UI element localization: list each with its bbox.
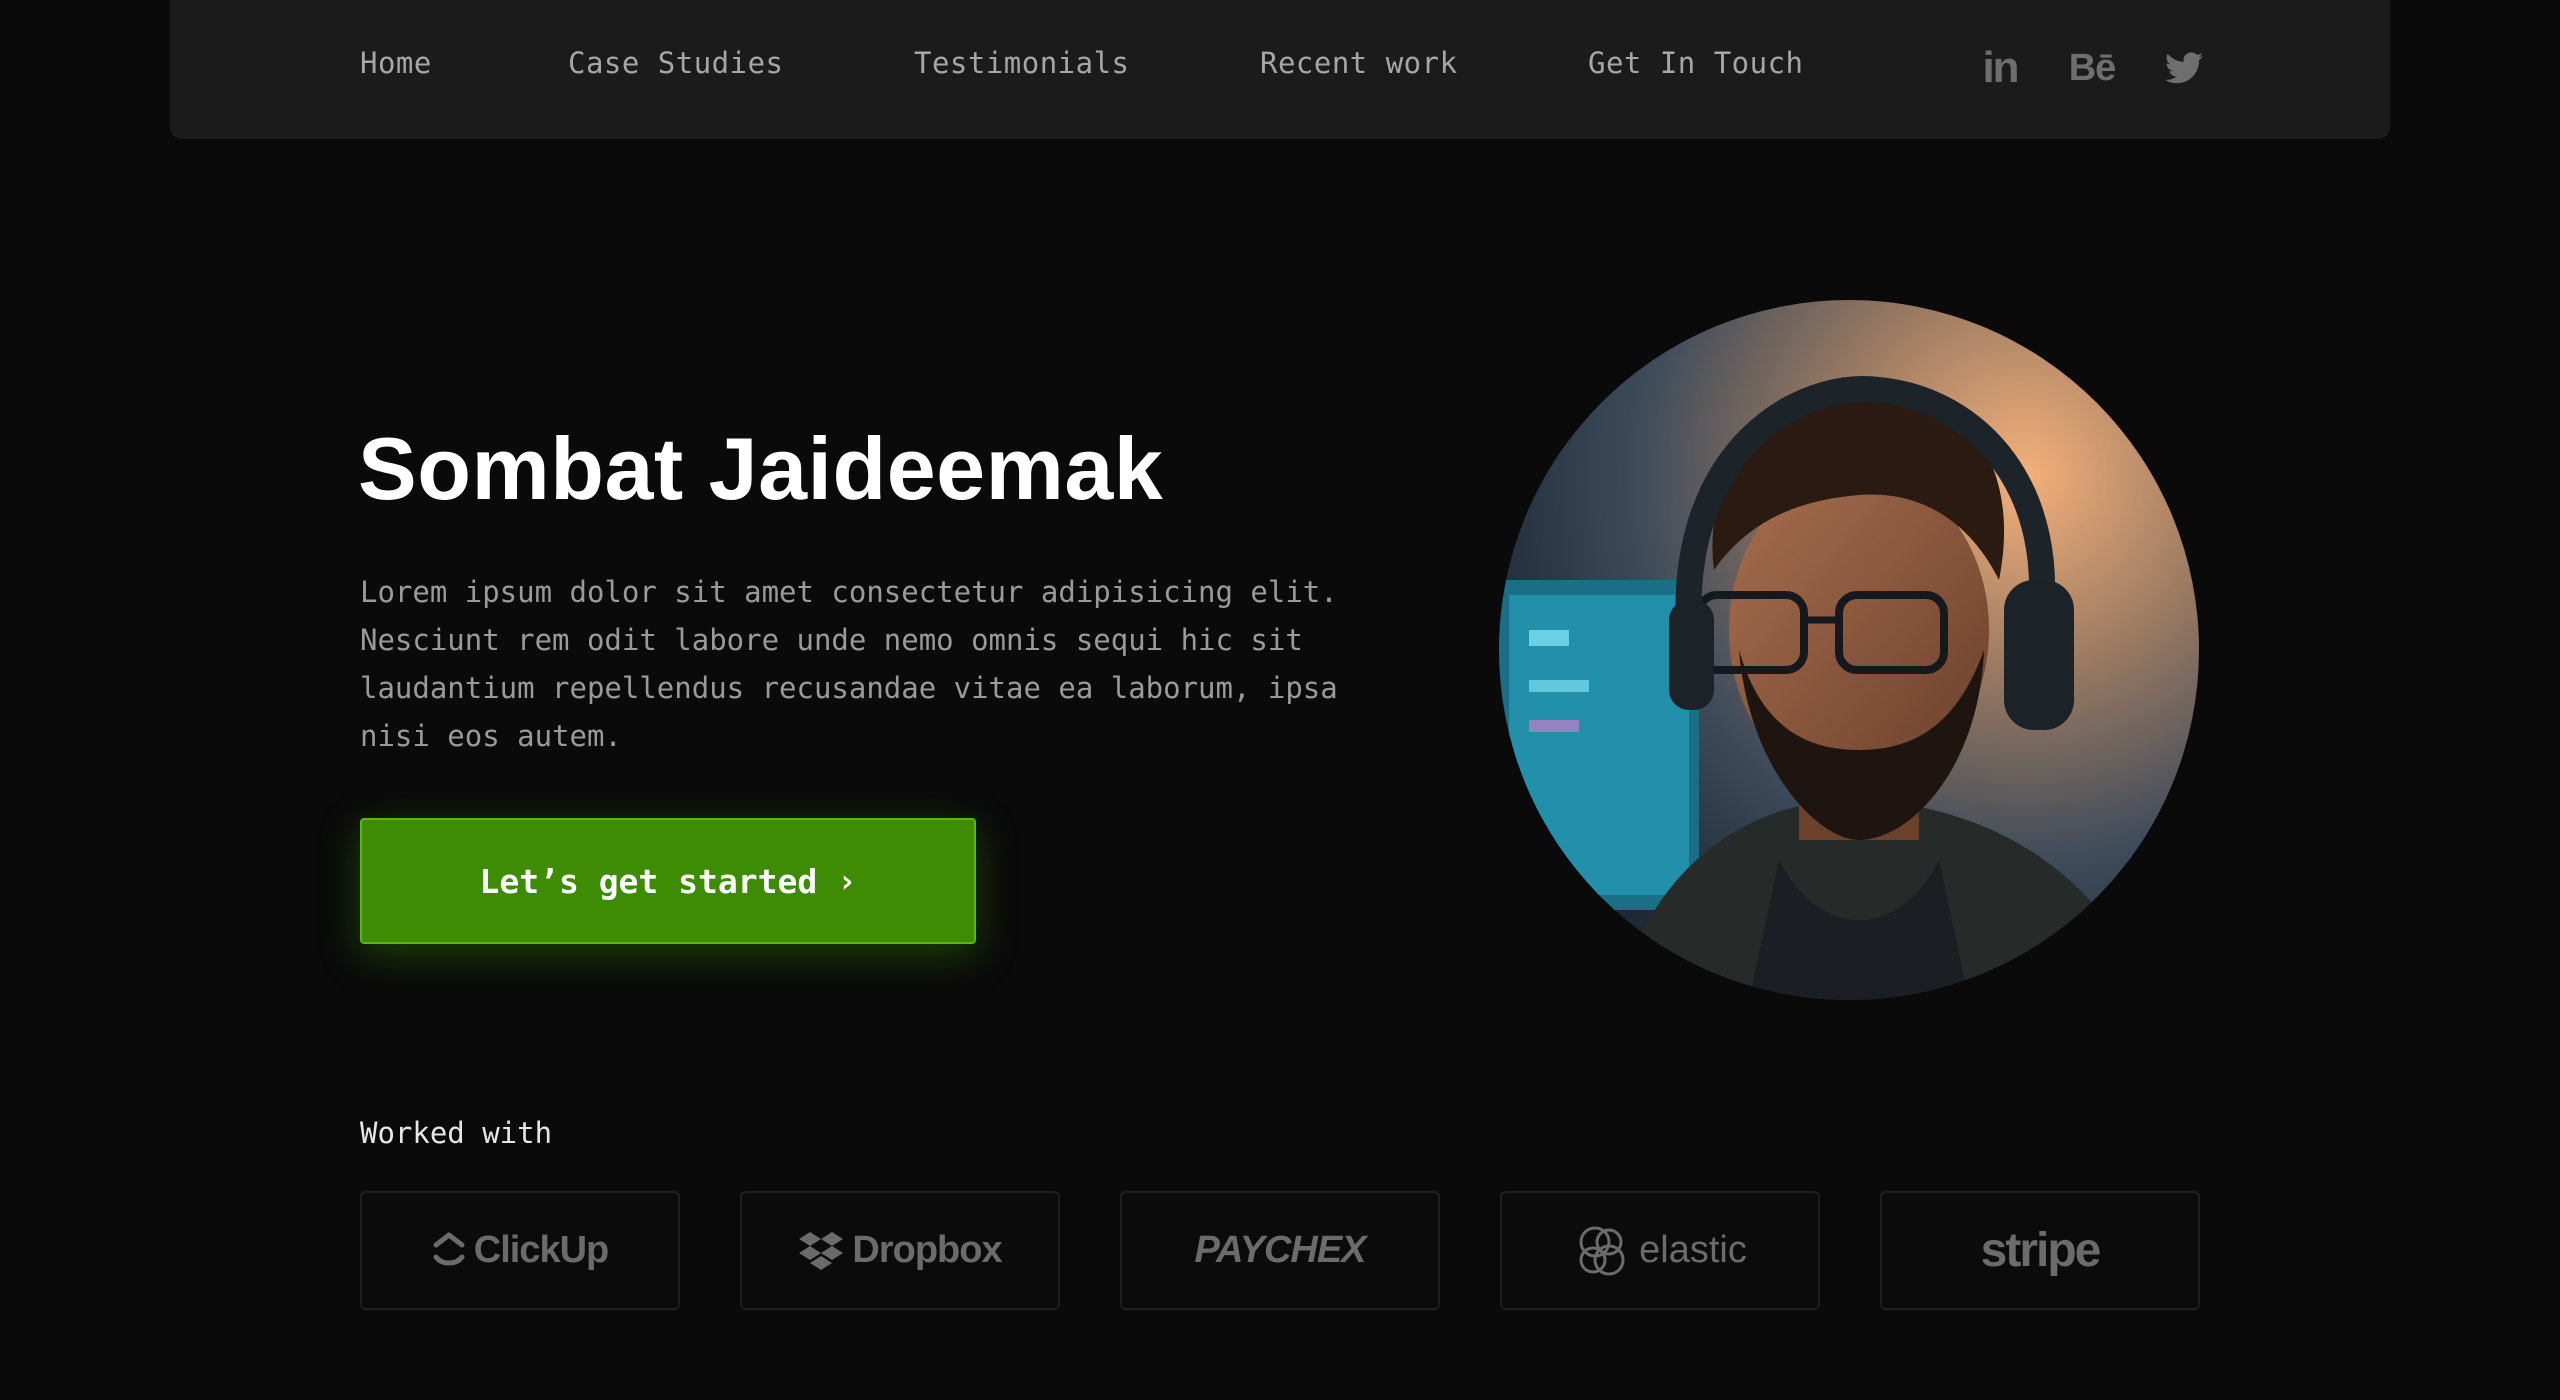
worked-with-label: Worked with xyxy=(360,1116,553,1150)
hero-title: Sombat Jaideemak xyxy=(358,419,1164,518)
profile-photo xyxy=(1499,300,2199,1000)
dropbox-mark-icon xyxy=(799,1231,844,1270)
twitter-icon[interactable] xyxy=(2162,46,2206,90)
clickup-wordmark: ClickUp xyxy=(473,1229,609,1271)
chevron-right-icon: › xyxy=(837,862,857,900)
elastic-logo: elastic xyxy=(1500,1191,1820,1310)
clickup-logo: ClickUp xyxy=(360,1191,680,1310)
elastic-wordmark: elastic xyxy=(1639,1229,1747,1271)
top-navigation: Home Case Studies Testimonials Recent wo… xyxy=(170,0,2390,139)
dropbox-wordmark: Dropbox xyxy=(852,1229,1002,1271)
nav-link-recent-work[interactable]: Recent work xyxy=(1260,46,1458,80)
elastic-mark-icon xyxy=(1579,1226,1625,1275)
nav-link-get-in-touch[interactable]: Get In Touch xyxy=(1588,46,1804,80)
clickup-mark-icon xyxy=(433,1232,465,1265)
page: Home Case Studies Testimonials Recent wo… xyxy=(0,0,2560,1400)
get-started-button[interactable]: Let’s get started › xyxy=(360,818,976,944)
paychex-logo: PAYCHEX xyxy=(1120,1191,1440,1310)
dropbox-logo: Dropbox xyxy=(740,1191,1060,1310)
stripe-logo: stripe xyxy=(1880,1191,2200,1310)
stripe-wordmark: stripe xyxy=(1980,1224,2102,1277)
nav-link-home[interactable]: Home xyxy=(360,46,432,80)
nav-link-case-studies[interactable]: Case Studies xyxy=(568,46,784,80)
twitter-bird-glyph xyxy=(2165,52,2203,84)
paychex-wordmark: PAYCHEX xyxy=(1194,1229,1366,1271)
behance-icon[interactable]: Bē xyxy=(2064,46,2120,90)
hero-description: Lorem ipsum dolor sit amet consectetur a… xyxy=(360,575,1338,753)
nav-link-testimonials[interactable]: Testimonials xyxy=(914,46,1130,80)
linkedin-icon[interactable]: in xyxy=(1978,46,2022,90)
get-started-label: Let’s get started xyxy=(479,861,818,901)
